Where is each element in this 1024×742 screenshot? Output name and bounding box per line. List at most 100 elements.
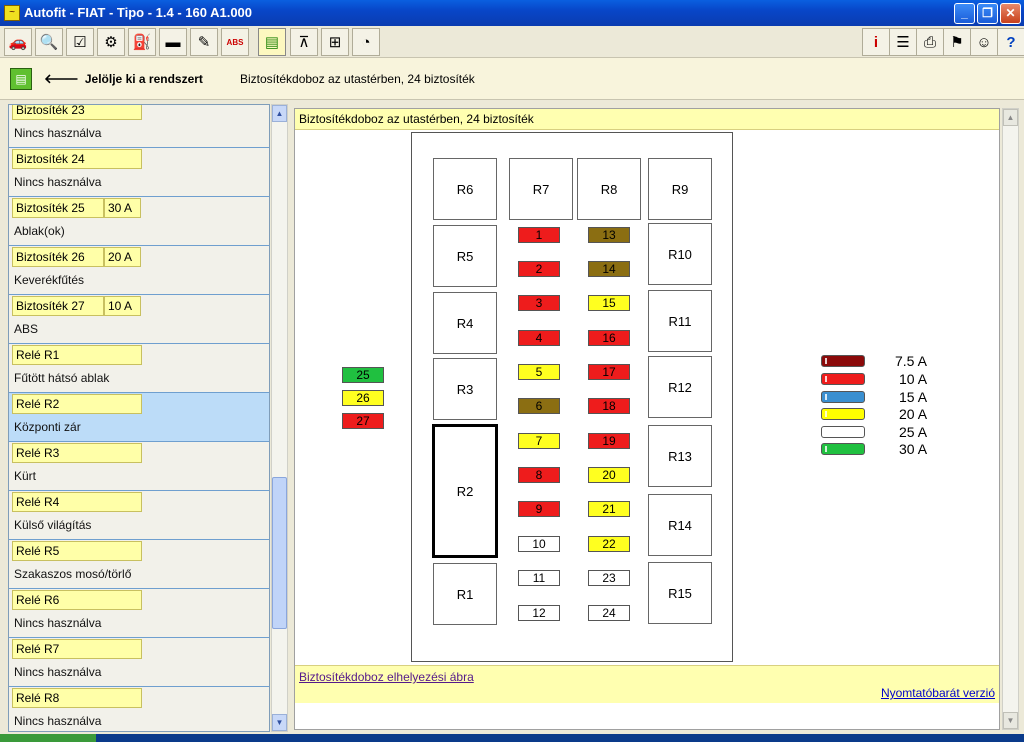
list-item[interactable]: Biztosíték 25 30 A Ablak(ok) [9,197,269,246]
fuse-14[interactable]: 14 [588,261,630,277]
fusebox-location-link[interactable]: Biztosítékdoboz elhelyezési ábra [299,670,474,684]
component-list: Biztosíték 23 Nincs használva Biztosíték… [8,104,270,732]
list-item[interactable]: Relé R5 Szakaszos mosó/törlő [9,540,269,589]
fuse-26[interactable]: 26 [342,390,384,406]
checklist-icon[interactable]: ☑ [66,28,94,56]
back-button[interactable]: 🡐 Jelölje ki a rendszert [38,68,209,90]
list-item[interactable]: Relé R1 Fűtött hátsó ablak [9,344,269,393]
relay-r11[interactable]: R11 [648,290,712,352]
help-icon[interactable]: ? [997,28,1024,56]
relay-r6[interactable]: R6 [433,158,497,220]
fuse-7[interactable]: 7 [518,433,560,449]
printer-icon[interactable]: ⎙ [916,28,944,56]
fuse-1[interactable]: 1 [518,227,560,243]
maximize-button[interactable]: ❐ [977,3,998,24]
fuse-15[interactable]: 15 [588,295,630,311]
fuse-5[interactable]: 5 [518,364,560,380]
fuse-4[interactable]: 4 [518,330,560,346]
document-list-icon[interactable]: ☰ [889,28,917,56]
relay-r1[interactable]: R1 [433,563,497,625]
relay-r8[interactable]: R8 [577,158,641,220]
fuse-17[interactable]: 17 [588,364,630,380]
list-item[interactable]: Relé R7 Nincs használva [9,638,269,687]
fuse-9[interactable]: 9 [518,501,560,517]
fuse-16[interactable]: 16 [588,330,630,346]
relay-r13[interactable]: R13 [648,425,712,487]
diagram-scrollbar[interactable]: ▲ ▼ [1002,108,1019,730]
fuse-13[interactable]: 13 [588,227,630,243]
oil-can-icon[interactable]: ⛽ [128,28,156,56]
flags-icon[interactable]: ⚑ [943,28,971,56]
item-description: Kürt [14,469,37,483]
relay-r10[interactable]: R10 [648,223,712,285]
fuse-10[interactable]: 10 [518,536,560,552]
abs-icon[interactable]: ABS [221,28,249,56]
fuse-22[interactable]: 22 [588,536,630,552]
scrollbar-thumb[interactable] [272,477,287,629]
fuse-27[interactable]: 27 [342,413,384,429]
fuse-23[interactable]: 23 [588,570,630,586]
relay-r14[interactable]: R14 [648,494,712,556]
toolbar: 🚗 🔍 ☑ ⚙ ⛽ ▬ ✎ ABS ▤ ⊼ ⊞ ◔ i ☰ ⎙ ⚑ ☺ ? [0,26,1024,58]
diagram-footer: Biztosítékdoboz elhelyezési ábra Nyomtat… [295,665,999,703]
fuse-19[interactable]: 19 [588,433,630,449]
pencil-icon[interactable]: ✎ [190,28,218,56]
fuse-8[interactable]: 8 [518,467,560,483]
printer-friendly-link[interactable]: Nyomtatóbarát verzió [881,686,995,700]
timing-clock-icon[interactable]: ◔ [352,28,380,56]
scroll-down-button[interactable]: ▼ [272,714,287,731]
relay-r15[interactable]: R15 [648,562,712,624]
fuse-11[interactable]: 11 [518,570,560,586]
list-item[interactable]: Biztosíték 23 Nincs használva [9,105,269,148]
info-icon[interactable]: i [862,28,890,56]
item-name: Relé R8 [12,688,142,708]
fuse-20[interactable]: 20 [588,467,630,483]
list-item[interactable]: Biztosíték 24 Nincs használva [9,148,269,197]
scroll-up-button[interactable]: ▲ [272,105,287,122]
item-name: Relé R5 [12,541,142,561]
close-button[interactable]: ✕ [1000,3,1021,24]
fuse-18[interactable]: 18 [588,398,630,414]
item-amperage: 30 A [104,198,141,218]
relay-r12[interactable]: R12 [648,356,712,418]
fusebox-icon[interactable]: ▤ [258,28,286,56]
list-item[interactable]: Biztosíték 26 20 A Keverékfűtés [9,246,269,295]
relay-r7[interactable]: R7 [509,158,573,220]
fuse-12[interactable]: 12 [518,605,560,621]
ruler-icon[interactable]: ▬ [159,28,187,56]
relay-r9[interactable]: R9 [648,158,712,220]
relay-r3[interactable]: R3 [433,358,497,420]
fuse-24[interactable]: 24 [588,605,630,621]
item-name: Relé R6 [12,590,142,610]
list-scrollbar[interactable]: ▲ ▼ [271,104,288,732]
diagnostic-icon[interactable]: ⊞ [321,28,349,56]
start-button-edge[interactable] [0,734,96,742]
fuse-2[interactable]: 2 [518,261,560,277]
scroll-down-button[interactable]: ▼ [1003,712,1018,729]
magnifier-icon[interactable]: 🔍 [35,28,63,56]
legend-label: 7.5 A [895,353,927,369]
fuse-21[interactable]: 21 [588,501,630,517]
item-name: Relé R4 [12,492,142,512]
person-icon[interactable]: ☺ [970,28,998,56]
fuse-25[interactable]: 25 [342,367,384,383]
car-icon[interactable]: 🚗 [4,28,32,56]
list-item[interactable]: Relé R6 Nincs használva [9,589,269,638]
item-description: Fűtött hátsó ablak [14,371,110,385]
fuse-3[interactable]: 3 [518,295,560,311]
title-bar: ~ Autofit - FIAT - Tipo - 1.4 - 160 A1.0… [0,0,1024,26]
relay-r4[interactable]: R4 [433,292,497,354]
fuse-6[interactable]: 6 [518,398,560,414]
minimize-button[interactable]: _ [954,3,975,24]
gearbox-icon[interactable]: ⚙ [97,28,125,56]
legend-swatch-25a [821,426,865,438]
list-item[interactable]: Relé R4 Külső világítás [9,491,269,540]
lift-icon[interactable]: ⊼ [290,28,318,56]
list-item-selected[interactable]: Relé R2 Központi zár [9,393,269,442]
list-item[interactable]: Relé R3 Kürt [9,442,269,491]
relay-r2-selected[interactable]: R2 [432,424,498,558]
relay-r5[interactable]: R5 [433,225,497,287]
list-item[interactable]: Relé R8 Nincs használva [9,687,269,731]
scroll-up-button[interactable]: ▲ [1003,109,1018,126]
list-item[interactable]: Biztosíték 27 10 A ABS [9,295,269,344]
